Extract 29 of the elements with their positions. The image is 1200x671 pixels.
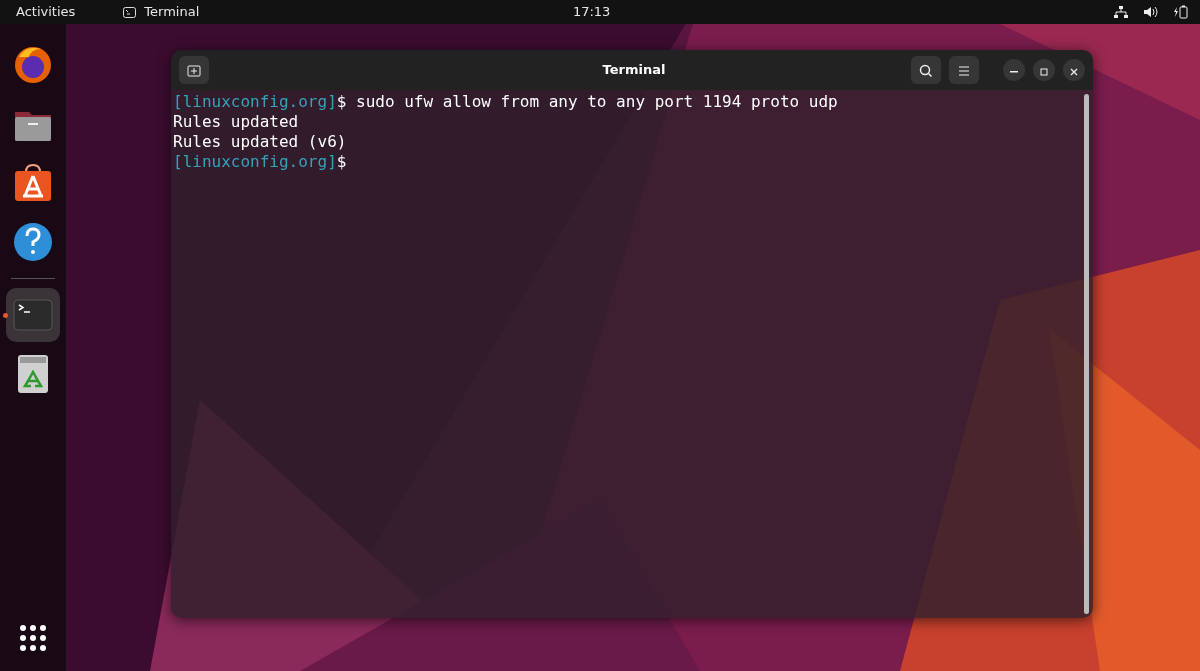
clock[interactable]: 17:13 [572,2,741,22]
network-icon[interactable] [1114,6,1128,18]
activities-button[interactable]: Activities [16,2,76,22]
shell-prompt: [linuxconfig.org] [173,152,337,171]
maximize-icon [1039,66,1049,77]
minimize-icon [1010,70,1018,73]
battery-icon[interactable] [1174,5,1188,19]
shell-prompt: [linuxconfig.org] [173,92,337,111]
output-line: Rules updated (v6) [173,132,347,151]
minimize-button[interactable] [1003,59,1025,81]
output-line: Rules updated [173,112,299,131]
search-icon [919,63,933,78]
close-icon [1069,66,1079,77]
window-title: Terminal [601,61,666,80]
close-button[interactable] [1063,59,1085,81]
command-text: $ sudo ufw allow from any to any port 1194 proto udp [336,92,838,111]
command-text: $ [336,152,347,171]
new-tab-icon [187,63,201,78]
running-indicator [3,313,8,318]
maximize-button[interactable] [1033,59,1055,81]
terminal-icon [123,6,137,18]
menu-button[interactable] [949,56,979,84]
help-icon[interactable] [11,220,55,264]
scrollbar[interactable] [1084,94,1089,614]
new-tab-button[interactable] [179,56,209,84]
search-button[interactable] [911,56,941,84]
volume-icon[interactable] [1144,6,1158,18]
app-menu[interactable]: Terminal [144,2,200,22]
menu-icon [958,65,970,76]
